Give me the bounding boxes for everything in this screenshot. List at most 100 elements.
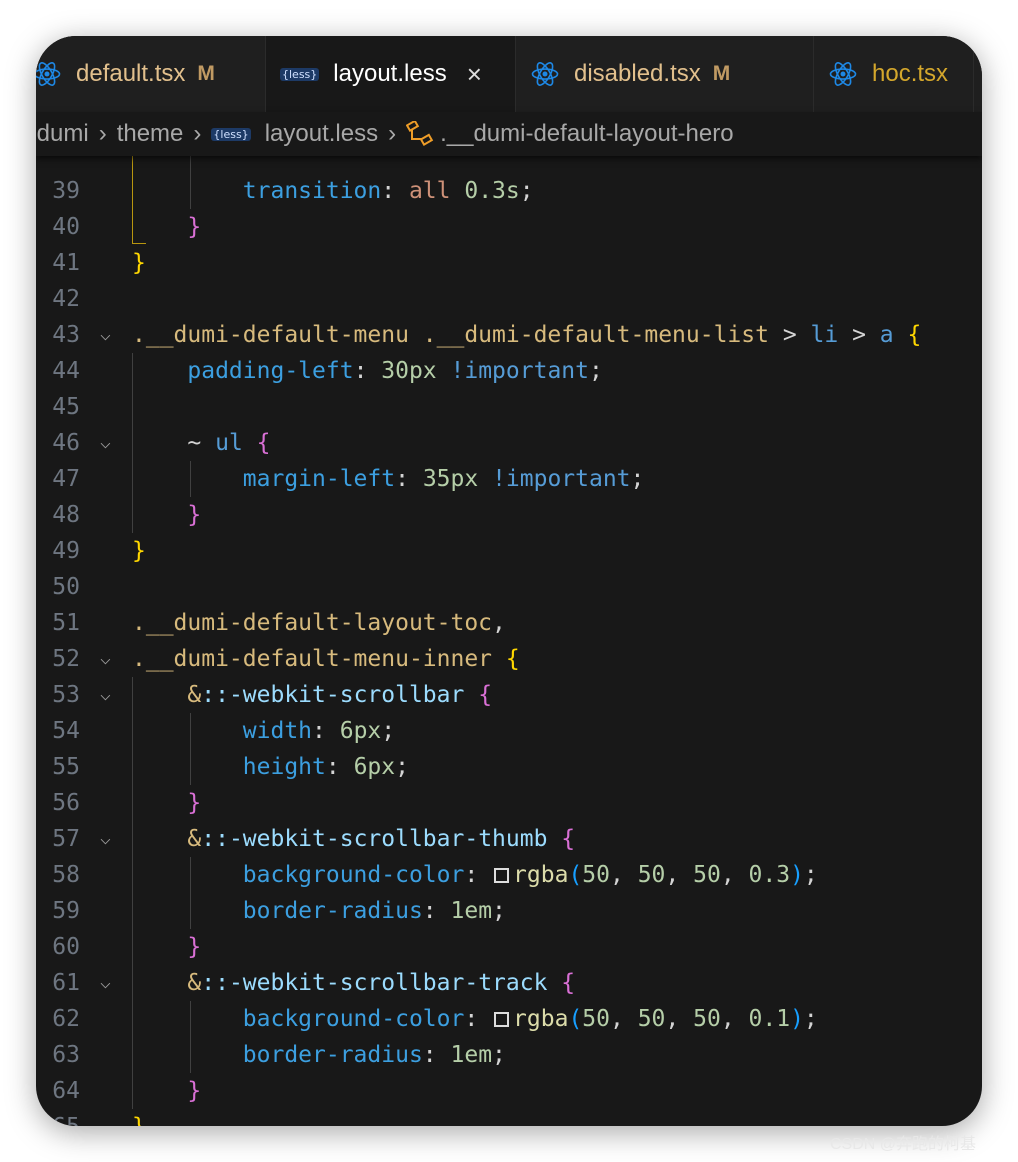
line-number: 62: [52, 1006, 80, 1032]
code-text: .__dumi-default-layout-toc,: [132, 605, 506, 641]
code-token: 1em: [450, 1042, 493, 1068]
code-token: !important: [492, 466, 631, 492]
fold-chevron-icon[interactable]: ⌵: [100, 641, 120, 677]
code-token: }: [132, 502, 202, 528]
code-line: 50: [36, 569, 982, 605]
code-line: 65}: [36, 1109, 982, 1126]
code-token: }: [132, 214, 202, 240]
code-text: ~ ul {: [132, 425, 271, 461]
code-line: 62 background-color: rgba(50, 50, 50, 0.…: [36, 1001, 982, 1037]
code-token: }: [132, 790, 202, 816]
code-token: ;: [589, 358, 603, 384]
line-number: 42: [52, 286, 80, 312]
code-line: 48 }: [36, 497, 982, 533]
chevron-right-icon: ›: [98, 120, 107, 147]
code-text: &::-webkit-scrollbar {: [132, 677, 492, 713]
code-token: 50: [582, 1006, 610, 1032]
code-text: .__dumi-default-menu .__dumi-default-men…: [132, 317, 921, 353]
indent-guide: [190, 713, 191, 785]
code-token: 50: [582, 862, 610, 888]
code-token: ): [790, 862, 804, 888]
code-token: 35px: [422, 466, 493, 492]
fold-chevron-icon[interactable]: ⌵: [100, 965, 120, 1001]
code-token: height: [132, 754, 326, 780]
code-text: }: [132, 1109, 146, 1126]
code-line: 61 ⌵ &::-webkit-scrollbar-track {: [36, 965, 982, 1001]
code-token: &: [132, 682, 202, 708]
color-swatch[interactable]: [494, 868, 510, 883]
code-token: >: [782, 322, 811, 348]
code-line: 47 margin-left: 35px !important;: [36, 461, 982, 497]
indent-guide: [132, 146, 133, 243]
fold-chevron-icon[interactable]: ⌵: [100, 821, 120, 857]
chevron-right-icon: ›: [193, 120, 202, 147]
line-number: 53: [52, 682, 80, 708]
code-token: 0.3s: [464, 178, 520, 204]
code-token: background-color: [132, 1006, 465, 1032]
code-token: border-radius: [132, 1042, 423, 1068]
line-number: 40: [52, 214, 80, 240]
code-line: 59 border-radius: 1em;: [36, 893, 982, 929]
code-token: :: [422, 898, 451, 924]
line-number: 57: [52, 826, 80, 852]
breadcrumb-item[interactable]: .dumi: [36, 120, 89, 148]
code-token: 50: [637, 1006, 666, 1032]
code-text: transition: all 0.3s;: [132, 173, 534, 209]
code-text: background-color: rgba(50, 50, 50, 0.3);: [132, 857, 818, 893]
code-text: padding-left: 30px !important;: [132, 353, 603, 389]
line-number: 43: [52, 322, 80, 348]
code-line: 52 ⌵ .__dumi-default-menu-inner {: [36, 641, 982, 677]
code-token: rgba: [513, 862, 569, 888]
code-text: border-radius: 1em;: [132, 1037, 506, 1073]
code-token: transition: [132, 178, 382, 204]
code-token: ::-webkit-scrollbar-track: [201, 970, 562, 996]
code-token: }: [132, 1078, 202, 1104]
code-token: margin-left: [132, 466, 396, 492]
code-token: {: [561, 970, 576, 996]
code-token: ;: [519, 178, 534, 204]
line-number: 59: [52, 898, 80, 924]
breadcrumb-item[interactable]: layout.less: [265, 120, 378, 148]
code-editor[interactable]: 39 transition: all 0.3s; 40 } 41} 42 43 ⌵ .__d…: [36, 36, 982, 1126]
color-swatch[interactable]: [494, 1012, 510, 1027]
line-number: 64: [52, 1078, 80, 1104]
code-line: 60 }: [36, 929, 982, 965]
line-number: 45: [52, 394, 80, 420]
code-text: }: [132, 533, 146, 569]
code-token: 30px: [381, 358, 451, 384]
code-line: 39 transition: all 0.3s;: [36, 173, 982, 209]
code-line: 56 }: [36, 785, 982, 821]
line-number: 41: [52, 250, 80, 276]
fold-chevron-icon[interactable]: ⌵: [100, 677, 120, 713]
code-token: ~: [132, 430, 216, 456]
code-token: }: [132, 538, 146, 564]
code-token: {: [256, 430, 271, 456]
line-number: 39: [52, 178, 80, 204]
code-line: 44 padding-left: 30px !important;: [36, 353, 982, 389]
code-token: !important: [450, 358, 589, 384]
code-token: ;: [630, 466, 645, 492]
code-line: 49}: [36, 533, 982, 569]
code-token: 50: [637, 862, 666, 888]
line-number: 51: [52, 610, 80, 636]
code-line: 51 .__dumi-default-layout-toc,: [36, 605, 982, 641]
symbol-class-icon: [406, 121, 434, 146]
code-token: ,: [610, 862, 638, 888]
breadcrumb-item[interactable]: theme: [117, 120, 184, 148]
code-token: ul: [215, 430, 257, 456]
code-token: }: [132, 934, 202, 960]
line-number: 55: [52, 754, 80, 780]
line-number: 52: [52, 646, 80, 672]
fold-chevron-icon[interactable]: ⌵: [100, 317, 120, 353]
indent-guide: [190, 1001, 191, 1073]
code-token: }: [132, 250, 146, 276]
bracket-guide: [132, 243, 146, 244]
code-line: 41}: [36, 245, 982, 281]
fold-chevron-icon[interactable]: ⌵: [100, 425, 120, 461]
indent-guide: [190, 461, 191, 497]
code-token: .__dumi-default-menu-inner: [132, 646, 506, 672]
code-token: &: [132, 826, 202, 852]
breadcrumb-item[interactable]: ._​_dumi-default-layout-hero: [440, 120, 734, 148]
code-token: :: [395, 466, 423, 492]
line-number: 63: [52, 1042, 80, 1068]
